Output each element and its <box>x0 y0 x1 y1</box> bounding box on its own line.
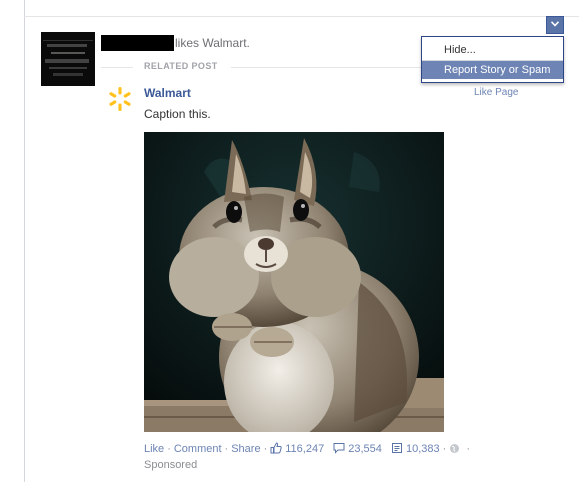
related-divider-left <box>101 67 133 68</box>
likes-count[interactable]: 116,247 <box>270 442 325 457</box>
footer-separator <box>382 443 391 455</box>
walmart-spark-icon[interactable] <box>107 86 133 112</box>
footer-separator <box>324 443 333 455</box>
thumbs-up-icon <box>270 442 282 457</box>
story-options-button[interactable] <box>546 16 564 34</box>
chevron-down-icon <box>551 21 559 27</box>
comments-count[interactable]: 23,554 <box>333 443 382 455</box>
actor-avatar[interactable] <box>41 32 95 86</box>
comment-link[interactable]: Comment <box>174 443 222 455</box>
menu-item-hide[interactable]: Hide... <box>422 41 563 59</box>
likes-count-value: 116,247 <box>285 443 325 455</box>
page-name-link[interactable]: Walmart <box>144 86 191 100</box>
shares-count-value: 10,383 <box>405 443 440 455</box>
story-headline: likes Walmart. <box>175 36 250 50</box>
feed-left-border <box>24 0 25 482</box>
share-icon <box>391 442 403 457</box>
menu-item-report-spam[interactable]: Report Story or Spam <box>422 60 563 79</box>
comment-icon <box>333 442 345 457</box>
shares-count[interactable]: 10,383 <box>391 443 440 455</box>
globe-icon[interactable] <box>449 443 460 457</box>
related-divider-right <box>231 67 421 68</box>
related-post-label: RELATED POST <box>144 61 218 71</box>
like-link[interactable]: Like <box>144 443 164 455</box>
footer-separator: · <box>224 443 229 455</box>
footer-separator: · <box>167 443 171 455</box>
footer-separator: · <box>466 443 470 455</box>
post-photo[interactable] <box>144 132 444 432</box>
post-caption: Caption this. <box>144 107 211 121</box>
like-page-link[interactable]: Like Page <box>474 87 518 98</box>
share-link[interactable]: Share <box>231 443 260 455</box>
footer-separator: · <box>442 443 447 455</box>
actor-name-redacted[interactable] <box>101 35 174 51</box>
story-top-divider <box>24 16 579 17</box>
post-footer: Like · Comment · Share · 116,247 23,554 10,383… <box>144 442 473 457</box>
footer-separator: · <box>263 443 268 455</box>
comments-count-value: 23,554 <box>348 443 382 455</box>
story-options-menu: Hide... Report Story or Spam <box>421 36 564 83</box>
sponsored-label: Sponsored <box>144 459 198 471</box>
